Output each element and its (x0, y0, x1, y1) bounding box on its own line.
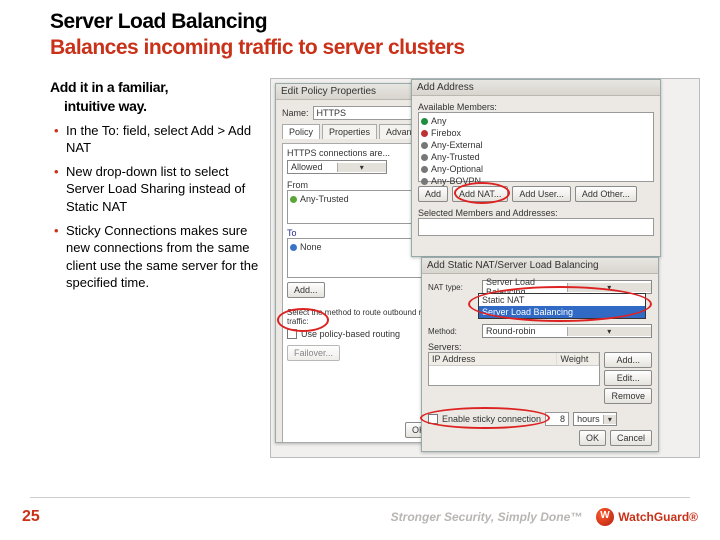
dd-option-static-nat[interactable]: Static NAT (479, 294, 645, 306)
chevron-down-icon: ▾ (603, 415, 616, 424)
avail-label: Available Members: (418, 102, 654, 112)
node-icon (290, 244, 297, 251)
slide-title: Server Load Balancing (50, 10, 700, 34)
conn-combo[interactable]: Allowed▾ (287, 160, 387, 174)
selected-list[interactable] (418, 218, 654, 236)
chevron-down-icon: ▾ (567, 327, 652, 336)
pbr-checkbox[interactable] (287, 329, 297, 339)
sticky-checkbox[interactable] (428, 414, 438, 424)
snat-window: Add Static NAT/Server Load Balancing NAT… (421, 257, 659, 452)
add-address-window: Add Address Available Members: Any Fireb… (411, 79, 661, 257)
chevron-down-icon: ▾ (337, 163, 387, 172)
screenshot-composite: Edit Policy Properties Name: HTTPS Polic… (270, 78, 700, 458)
pbr-label: Use policy-based routing (301, 329, 400, 339)
text-column: Add it in a familiar, intuitive way. In … (50, 78, 260, 458)
node-icon (421, 178, 428, 185)
snat-cancel-button[interactable]: Cancel (610, 430, 652, 446)
node-icon (421, 166, 428, 173)
type-dropdown-open[interactable]: Static NAT Server Load Balancing (478, 293, 646, 319)
logo-text: WatchGuard® (618, 510, 698, 524)
sticky-label: Enable sticky connection (442, 414, 541, 424)
to-add-button[interactable]: Add... (287, 282, 325, 298)
snat-titlebar: Add Static NAT/Server Load Balancing (422, 258, 658, 274)
lead-line-2: intuitive way. (50, 97, 260, 116)
method-label: Method: (428, 327, 478, 336)
aa-add-nat-button[interactable]: Add NAT... (452, 186, 508, 202)
srv-add-button[interactable]: Add... (604, 352, 652, 368)
footer-rule (30, 497, 690, 498)
name-label: Name: (282, 108, 309, 118)
aa-add-other-button[interactable]: Add Other... (575, 186, 637, 202)
failover-button[interactable]: Failover... (287, 345, 340, 361)
aa-add-button[interactable]: Add (418, 186, 448, 202)
node-icon (290, 196, 297, 203)
snat-ok-button[interactable]: OK (579, 430, 606, 446)
node-icon (421, 118, 428, 125)
bullet-3: Sticky Connections makes sure new connec… (50, 222, 260, 292)
dd-option-slb[interactable]: Server Load Balancing (479, 306, 645, 318)
slide-subtitle: Balances incoming traffic to server clus… (50, 36, 700, 60)
aa-add-user-button[interactable]: Add User... (512, 186, 571, 202)
watchguard-logo: WatchGuard® (596, 508, 698, 526)
col-weight: Weight (557, 353, 599, 365)
srv-remove-button[interactable]: Remove (604, 388, 652, 404)
tab-policy[interactable]: Policy (282, 124, 320, 139)
srv-edit-button[interactable]: Edit... (604, 370, 652, 386)
name-input[interactable]: HTTPS (313, 106, 423, 120)
add-address-titlebar: Add Address (412, 80, 660, 96)
bullet-2: New drop-down list to select Server Load… (50, 163, 260, 216)
logo-mark-icon (596, 508, 614, 526)
chevron-down-icon: ▾ (567, 283, 652, 292)
avail-members-list[interactable]: Any Firebox Any-External Any-Trusted Any… (418, 112, 654, 182)
type-label: NAT type: (428, 283, 478, 292)
tab-properties[interactable]: Properties (322, 124, 377, 139)
node-icon (421, 142, 428, 149)
node-icon (421, 154, 428, 161)
servers-label: Servers: (428, 342, 652, 352)
sticky-value-input[interactable]: 8 (545, 412, 569, 426)
servers-table[interactable]: IP Address Weight (428, 352, 600, 386)
bullet-1: In the To: field, select Add > Add NAT (50, 122, 260, 157)
page-number: 25 (22, 508, 40, 526)
method-combo[interactable]: Round-robin▾ (482, 324, 652, 338)
lead-line-1: Add it in a familiar, (50, 79, 168, 95)
type-combo[interactable]: Server Load Balancing▾ (482, 280, 652, 294)
node-icon (421, 130, 428, 137)
sticky-unit-combo[interactable]: hours▾ (573, 412, 617, 426)
footer-tagline: Stronger Security, Simply Done™ (391, 510, 583, 524)
selected-label: Selected Members and Addresses: (418, 208, 654, 218)
col-ip: IP Address (429, 353, 557, 365)
